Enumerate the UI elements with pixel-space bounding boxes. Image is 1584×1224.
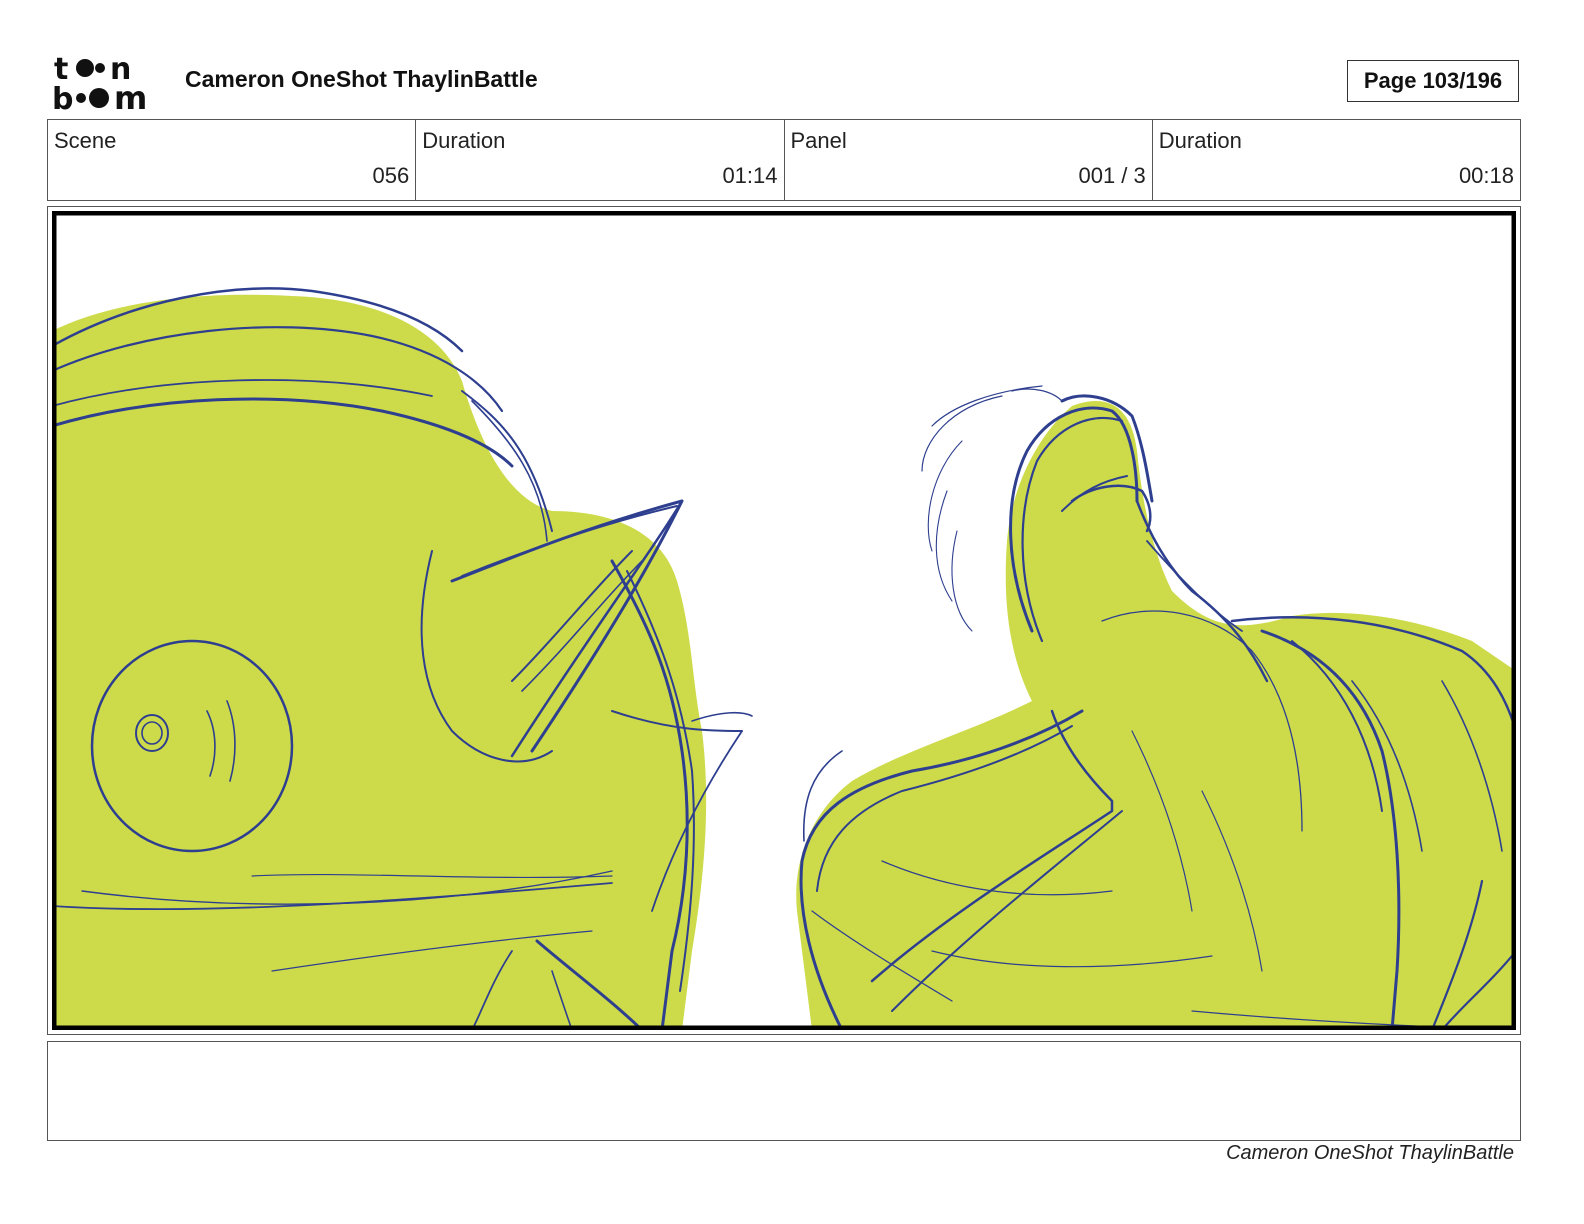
- footer-title: Cameron OneShot ThaylinBattle: [1226, 1142, 1514, 1164]
- panel-label: Panel: [790, 128, 847, 153]
- panel-cell: Panel 001 / 3: [785, 120, 1153, 200]
- panel-sketch: [52, 211, 1516, 1030]
- panel-duration-label: Duration: [1158, 128, 1242, 153]
- document-title: Cameron OneShot ThaylinBattle: [185, 66, 538, 92]
- panel-value: 001 / 3: [1078, 163, 1146, 188]
- svg-text:b: b: [52, 82, 73, 112]
- page-number: Page 103/196: [1347, 60, 1519, 102]
- scene-duration-cell: Duration 01:14: [416, 120, 785, 200]
- scene-duration-label: Duration: [422, 128, 506, 153]
- panel-duration-value: 00:18: [1458, 163, 1514, 188]
- panel-duration-cell: Duration 00:18: [1153, 120, 1520, 200]
- svg-text:m: m: [114, 79, 147, 112]
- scene-cell: Scene 056: [48, 120, 417, 200]
- toonboom-logo: t n b m: [52, 52, 147, 112]
- scene-label: Scene: [54, 128, 117, 153]
- scene-value: 056: [372, 163, 410, 188]
- scene-duration-value: 01:14: [722, 163, 778, 188]
- panel-notes: [47, 1041, 1521, 1141]
- storyboard-panel: [47, 206, 1521, 1035]
- scene-info-table: Scene 056 Duration 01:14 Panel 001 / 3 D…: [47, 119, 1521, 201]
